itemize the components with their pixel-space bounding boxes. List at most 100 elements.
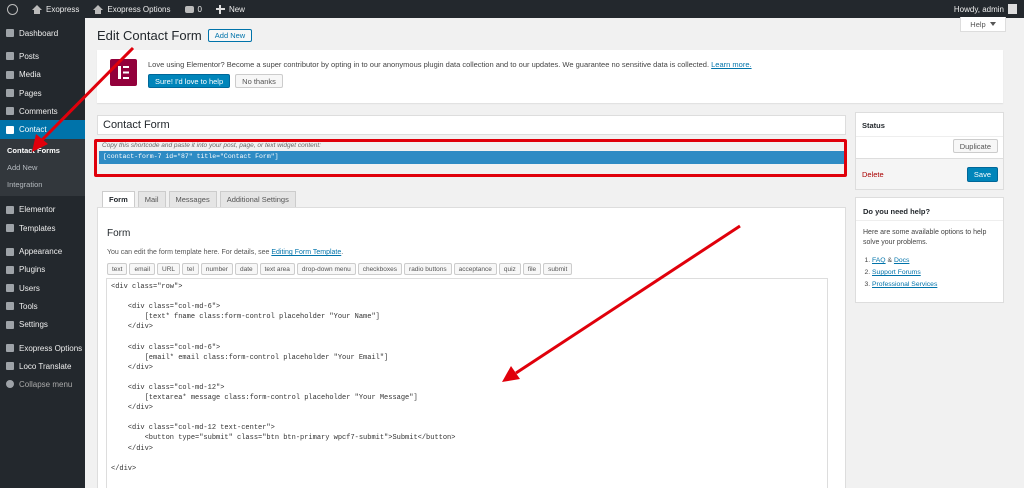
accept-tracking-button[interactable]: Sure! I'd love to help [148, 74, 231, 88]
duplicate-button[interactable]: Duplicate [952, 139, 998, 153]
tag-button-file[interactable]: file [522, 263, 542, 275]
admin-sidebar: Dashboard Posts Media Pages Comments Con… [0, 18, 85, 488]
new-label: New [228, 4, 245, 14]
account-menu[interactable]: Howdy, admin [947, 0, 1024, 18]
tag-button-url[interactable]: URL [157, 263, 181, 275]
amp-text: & [887, 257, 893, 264]
add-new-button[interactable]: Add New [207, 29, 253, 42]
highlight-box [94, 139, 847, 177]
page-icon [6, 89, 14, 98]
tab-messages[interactable]: Messages [168, 191, 217, 208]
submenu-integration[interactable]: Integration [0, 176, 85, 193]
submenu-contact-forms[interactable]: Contact Forms [0, 142, 85, 159]
sidebar-item-label: Settings [19, 320, 48, 330]
sidebar-item-label: Comments [19, 106, 58, 116]
form-template-editor[interactable]: <div class="row"> <div class="col-md-6">… [106, 278, 828, 488]
site-name-link[interactable]: Exopress [25, 0, 86, 18]
form-description-text: You can edit the form template here. For… [107, 249, 270, 256]
comment-icon [184, 5, 194, 13]
notice-text: Love using Elementor? Become a super con… [148, 60, 710, 69]
translate-icon [6, 362, 14, 371]
sidebar-item-settings[interactable]: Settings [0, 316, 85, 334]
tag-button-date[interactable]: date [234, 263, 258, 275]
help-tab[interactable]: Help [960, 17, 1006, 32]
collapse-menu[interactable]: Collapse menu [0, 375, 85, 393]
submenu-add-new[interactable]: Add New [0, 159, 85, 176]
comment-icon [6, 107, 14, 116]
delete-link[interactable]: Delete [862, 170, 884, 179]
tag-button-tel[interactable]: tel [182, 263, 199, 275]
sidebar-item-label: Loco Translate [19, 361, 72, 371]
sidebar-item-contact[interactable]: Contact [0, 120, 85, 139]
tag-button-textarea[interactable]: text area [259, 263, 295, 275]
elementor-notice: Love using Elementor? Become a super con… [97, 50, 1003, 103]
form-title-input[interactable]: Contact Form [97, 115, 846, 135]
help-text: Here are some available options to help … [863, 229, 987, 246]
sidebar-item-exopress-options[interactable]: Exopress Options [0, 339, 85, 357]
docs-link[interactable]: Docs [894, 257, 910, 264]
status-box: Status Duplicate Delete Save [855, 112, 1004, 190]
professional-services-link[interactable]: Professional Services [872, 281, 937, 288]
faq-link[interactable]: FAQ [872, 257, 886, 264]
tag-button-dropdown[interactable]: drop-down menu [296, 263, 356, 275]
sidebar-item-templates[interactable]: Templates [0, 219, 85, 237]
tag-button-submit[interactable]: submit [543, 263, 573, 275]
help-box: Do you need help? Here are some availabl… [855, 197, 1004, 303]
tag-button-checkboxes[interactable]: checkboxes [357, 263, 403, 275]
status-heading: Status [856, 113, 1003, 137]
sidebar-item-label: Tools [19, 301, 38, 311]
sidebar-item-comments[interactable]: Comments [0, 102, 85, 120]
exopress-options-link[interactable]: Exopress Options [86, 0, 177, 18]
sidebar-item-appearance[interactable]: Appearance [0, 242, 85, 260]
sidebar-item-pages[interactable]: Pages [0, 84, 85, 102]
tab-mail[interactable]: Mail [137, 191, 166, 208]
sidebar-item-plugins[interactable]: Plugins [0, 261, 85, 279]
sidebar-item-label: Elementor [19, 205, 56, 215]
help-heading: Do you need help? [856, 198, 1003, 221]
elementor-logo-icon [110, 59, 137, 86]
sidebar-item-label: Exopress Options [19, 343, 83, 353]
tag-button-quiz[interactable]: quiz [498, 263, 521, 275]
brush-icon [6, 247, 14, 256]
dashboard-icon [6, 29, 14, 38]
tag-button-email[interactable]: email [129, 263, 156, 275]
sidebar-item-dashboard[interactable]: Dashboard [0, 24, 85, 42]
list-item: Support Forums [872, 267, 937, 279]
admin-bar: Exopress Exopress Options 0 New Howdy, a… [0, 0, 1024, 18]
avatar [1008, 4, 1017, 14]
sidebar-item-elementor[interactable]: Elementor [0, 201, 85, 219]
tag-button-acceptance[interactable]: acceptance [453, 263, 497, 275]
sidebar-item-users[interactable]: Users [0, 279, 85, 297]
comments-count: 0 [197, 4, 202, 14]
save-button[interactable]: Save [966, 167, 998, 182]
pin-icon [6, 52, 14, 61]
sidebar-item-label: Media [19, 70, 41, 80]
tab-form[interactable]: Form [102, 191, 135, 208]
sidebar-item-loco-translate[interactable]: Loco Translate [0, 357, 85, 375]
form-panel: Form You can edit the form template here… [97, 207, 846, 488]
editing-template-link[interactable]: Editing Form Template [271, 249, 341, 256]
tag-button-text[interactable]: text [107, 263, 128, 275]
support-forums-link[interactable]: Support Forums [872, 269, 921, 276]
tag-button-number[interactable]: number [200, 263, 233, 275]
howdy-text: Howdy, admin [953, 4, 1004, 14]
sidebar-item-posts[interactable]: Posts [0, 47, 85, 65]
decline-tracking-button[interactable]: No thanks [235, 74, 283, 88]
media-icon [6, 70, 14, 79]
tab-additional-settings[interactable]: Additional Settings [219, 191, 296, 208]
comments-link[interactable]: 0 [178, 0, 209, 18]
wp-logo-menu[interactable] [0, 0, 25, 18]
sidebar-item-media[interactable]: Media [0, 66, 85, 84]
site-name: Exopress [46, 4, 80, 14]
tag-button-radio[interactable]: radio buttons [404, 263, 452, 275]
sidebar-item-tools[interactable]: Tools [0, 297, 85, 315]
options-label: Exopress Options [107, 4, 171, 14]
list-item: Professional Services [872, 279, 937, 291]
home-icon [93, 4, 104, 14]
new-content-link[interactable]: New [209, 0, 252, 18]
sidebar-item-label: Templates [19, 223, 56, 233]
contact-submenu: Contact Forms Add New Integration [0, 138, 85, 196]
learn-more-link[interactable]: Learn more. [711, 60, 751, 69]
mail-icon [6, 125, 14, 134]
help-tab-label: Help [970, 19, 986, 29]
